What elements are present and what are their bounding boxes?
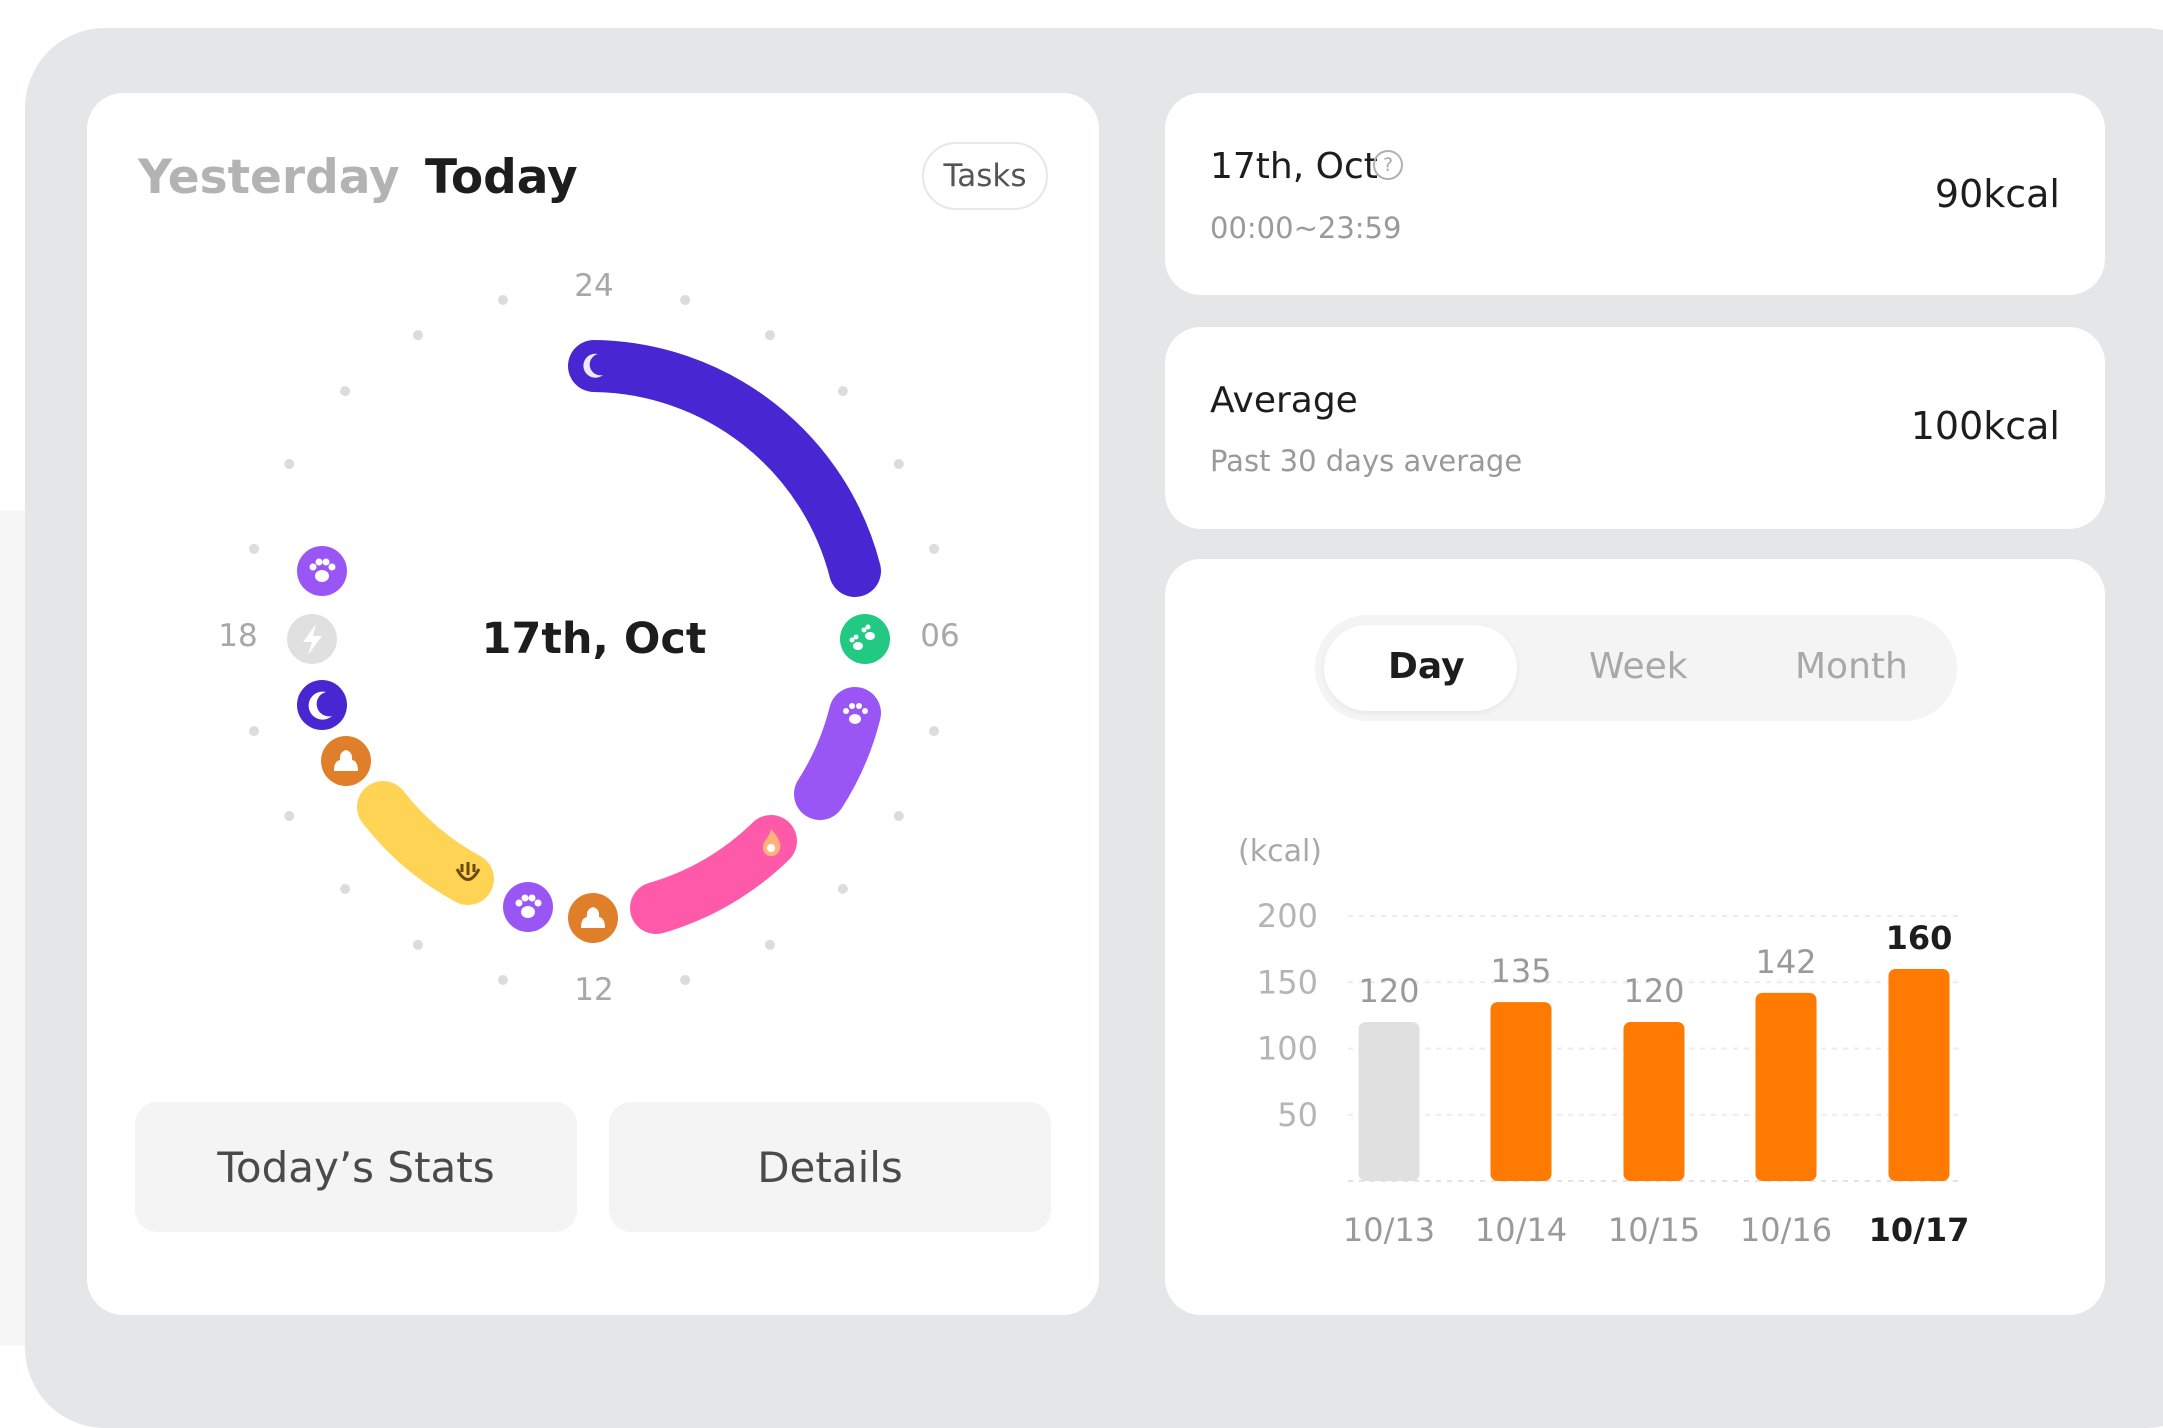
chart-x-tick: 10/13: [1343, 1211, 1435, 1249]
chart-y-tick: 200: [1257, 897, 1318, 935]
chart-bar[interactable]: [1888, 969, 1950, 1181]
chart-y-tick: 50: [1277, 1096, 1318, 1134]
chart-data-label: 120: [1623, 972, 1684, 1010]
chart-x-tick: 10/17: [1869, 1211, 1970, 1249]
chart-data-label: 142: [1755, 943, 1816, 981]
chart-bar[interactable]: [1755, 992, 1817, 1181]
chart-y-tick: 100: [1257, 1030, 1318, 1068]
chart-bar[interactable]: [1358, 1022, 1420, 1181]
calorie-bar-chart: (kcal) 50 100 150 200 120 10/13 135 10/14 120 10/…: [1238, 834, 1970, 1249]
chart-data-label: 160: [1886, 919, 1953, 957]
chart-bar[interactable]: [1490, 1002, 1552, 1181]
chart-y-tick: 150: [1257, 963, 1318, 1001]
chart-bar[interactable]: [1623, 1022, 1685, 1181]
chart-data-label: 135: [1490, 952, 1551, 990]
chart-x-tick: 10/14: [1475, 1211, 1567, 1249]
chart-x-tick: 10/15: [1608, 1211, 1700, 1249]
chart-y-label: (kcal): [1238, 834, 1322, 869]
chart-data-label: 120: [1358, 972, 1419, 1010]
chart-x-tick: 10/16: [1740, 1211, 1832, 1249]
